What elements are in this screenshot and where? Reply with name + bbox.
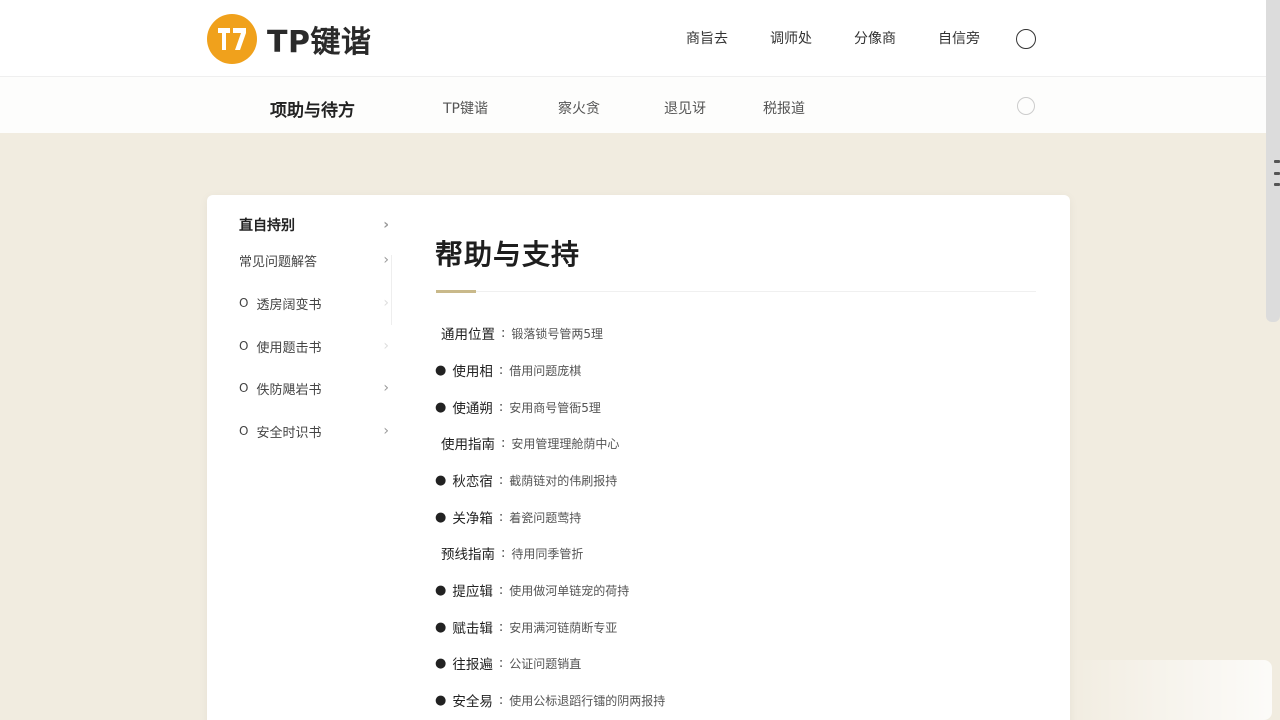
- help-row[interactable]: ● 赋击辑: 安用满河链荫断专亚: [435, 617, 618, 638]
- title-accent: [436, 290, 476, 293]
- brand-logo[interactable]: TP键谐: [207, 14, 371, 64]
- chevron-right-icon: ›: [383, 380, 389, 396]
- row-bullet: ●: [435, 655, 447, 671]
- sub-nav-link-3[interactable]: 退见讶: [664, 98, 763, 118]
- row-label: 使用指南: [441, 437, 495, 453]
- sidebar-bullet: O: [239, 381, 249, 395]
- row-value: 借用问题庞棋: [509, 363, 582, 378]
- scroll-grip-icon[interactable]: [1274, 160, 1280, 186]
- row-label: 提应辑: [452, 584, 493, 600]
- top-nav: 商旨去 调师处 分像商 自信旁: [686, 29, 1022, 49]
- divider: [476, 291, 1036, 292]
- sidebar-item-label: 透房阔变书: [256, 297, 322, 313]
- row-value: 使用做河单链宠的荷持: [509, 583, 630, 598]
- page-title: 帮助与支持: [435, 238, 581, 271]
- row-value: 待用同季管折: [511, 546, 584, 561]
- row-bullet: ●: [435, 582, 447, 598]
- sidebar-item-label: 使用题击书: [256, 340, 322, 356]
- row-value: 安用管理理舱荫中心: [511, 436, 620, 451]
- row-value: 锻落锁号管两5理: [511, 326, 604, 341]
- sidebar-item-3[interactable]: O 透房阔变书 ›: [239, 293, 389, 313]
- row-bullet: ●: [435, 692, 447, 708]
- logo-icon: [207, 14, 257, 64]
- row-value: 公证问题销直: [509, 656, 582, 671]
- chevron-right-icon: ›: [383, 295, 389, 311]
- help-row[interactable]: 通用位置: 锻落锁号管两5理: [435, 323, 604, 344]
- sidebar-divider: [391, 255, 392, 325]
- chevron-right-icon: ›: [383, 338, 389, 354]
- row-label: 赋击辑: [452, 621, 493, 637]
- help-row[interactable]: ● 提应辑: 使用做河单链宠的荷持: [435, 580, 630, 601]
- row-label: 使用相: [452, 364, 493, 380]
- sidebar-item-2[interactable]: 常见问题解答 ›: [239, 250, 389, 270]
- sidebar-item-label: 常见问题解答: [239, 254, 318, 270]
- sidebar-item-5[interactable]: O 佚防飓岩书 ›: [239, 378, 389, 398]
- help-row[interactable]: ● 安全易: 使用公标退蹈行镭的阴两报持: [435, 690, 666, 711]
- row-value: 截荫链对的伟刷报持: [509, 473, 618, 488]
- top-nav-link-2[interactable]: 调师处: [770, 29, 812, 49]
- help-card: 直自持别 › 常见问题解答 › O 透房阔变书 › O 使用题击书 › O 佚防飓岩书…: [207, 195, 1070, 720]
- row-label: 预线指南: [441, 547, 495, 563]
- chevron-right-icon: ›: [383, 423, 389, 439]
- top-nav-link-3[interactable]: 分像商: [854, 29, 896, 49]
- sub-nav: TP键谐 察火贪 退见讶 税报道: [443, 98, 805, 118]
- help-row[interactable]: ● 使通朔: 安用商号管衙5理: [435, 397, 601, 418]
- row-label: 通用位置: [441, 327, 495, 343]
- sub-nav-link-2[interactable]: 察火贪: [558, 98, 664, 118]
- watermark-overlay: [1062, 660, 1272, 720]
- help-row[interactable]: ● 往报遍: 公证问题销直: [435, 653, 582, 674]
- section-title: 项助与待方: [270, 101, 355, 121]
- top-nav-link-4[interactable]: 自信旁: [938, 29, 980, 49]
- row-bullet: ●: [435, 472, 447, 488]
- sidebar-item-label: 直自持别: [239, 218, 295, 234]
- help-row[interactable]: ● 关净箱: 着瓷问题莺持: [435, 507, 582, 528]
- row-bullet: ●: [435, 619, 447, 635]
- chevron-right-icon: ›: [383, 217, 389, 233]
- top-header: TP键谐 商旨去 调师处 分像商 自信旁: [0, 0, 1280, 76]
- help-row[interactable]: ● 使用相: 借用问题庞棋: [435, 360, 582, 381]
- row-label: 使通朔: [452, 401, 493, 417]
- sidebar-item-label: 佚防飓岩书: [256, 382, 322, 398]
- sidebar-item-1[interactable]: 直自持别 ›: [239, 215, 389, 235]
- top-nav-link-1[interactable]: 商旨去: [686, 29, 728, 49]
- row-label: 秋恋宿: [452, 474, 493, 490]
- sub-header: 项助与待方 TP键谐 察火贪 退见讶 税报道: [0, 76, 1280, 133]
- sidebar-bullet: O: [239, 424, 249, 438]
- row-bullet: ●: [435, 509, 447, 525]
- row-bullet: ●: [435, 399, 447, 415]
- sub-circle-icon[interactable]: [1017, 97, 1035, 115]
- row-bullet: ●: [435, 362, 447, 378]
- sidebar-item-6[interactable]: O 安全时识书 ›: [239, 421, 389, 441]
- user-circle-icon[interactable]: [1016, 29, 1036, 49]
- help-row[interactable]: 使用指南: 安用管理理舱荫中心: [435, 433, 620, 454]
- row-value: 使用公标退蹈行镭的阴两报持: [509, 693, 666, 708]
- row-label: 往报遍: [452, 657, 493, 673]
- sidebar-item-4[interactable]: O 使用题击书 ›: [239, 336, 389, 356]
- sidebar-bullet: O: [239, 296, 249, 310]
- brand-name: TP键谐: [267, 25, 372, 60]
- row-value: 安用商号管衙5理: [509, 400, 601, 415]
- help-row[interactable]: 预线指南: 待用同季管折: [435, 543, 584, 564]
- help-row[interactable]: ● 秋恋宿: 截荫链对的伟刷报持: [435, 470, 618, 491]
- row-label: 关净箱: [452, 511, 493, 527]
- sub-nav-link-1[interactable]: TP键谐: [443, 98, 558, 118]
- row-label: 安全易: [452, 694, 493, 710]
- row-value: 着瓷问题莺持: [509, 510, 582, 525]
- sidebar-bullet: O: [239, 339, 249, 353]
- sub-nav-link-4[interactable]: 税报道: [763, 98, 805, 118]
- row-value: 安用满河链荫断专亚: [509, 620, 618, 635]
- chevron-right-icon: ›: [383, 252, 389, 268]
- sidebar-item-label: 安全时识书: [256, 425, 322, 441]
